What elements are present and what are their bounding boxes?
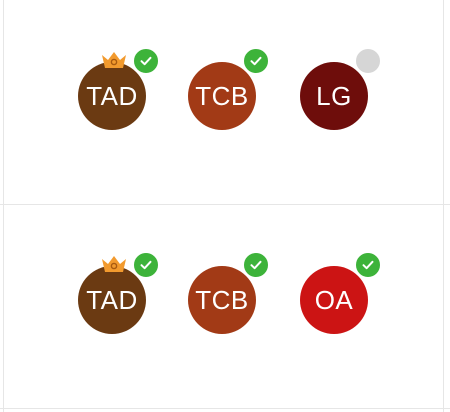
avatar[interactable]: LG: [300, 62, 368, 130]
check-icon: [140, 260, 152, 270]
check-icon: [250, 260, 262, 270]
online-status-badge: [132, 251, 160, 279]
participant-avatar-group[interactable]: TCB: [188, 47, 270, 130]
participant-avatar-group[interactable]: TAD: [78, 47, 160, 130]
avatar[interactable]: TAD: [78, 62, 146, 130]
participant-row: TAD TCB LG: [4, 0, 443, 204]
avatar[interactable]: TAD: [78, 266, 146, 334]
check-icon: [250, 56, 262, 66]
participant-avatar-group[interactable]: TAD: [78, 251, 160, 334]
participant-avatar-group[interactable]: LG: [300, 47, 382, 130]
avatar[interactable]: TCB: [188, 62, 256, 130]
avatar[interactable]: OA: [300, 266, 368, 334]
online-status-badge: [354, 251, 382, 279]
participants-panel: TAD TCB LG TAD TCB OA: [0, 0, 450, 412]
crown-icon: [102, 52, 126, 68]
grid-divider-right: [443, 0, 444, 412]
avatar[interactable]: TCB: [188, 266, 256, 334]
check-icon: [362, 260, 374, 270]
check-icon: [140, 56, 152, 66]
online-status-badge: [242, 251, 270, 279]
online-status-badge: [242, 47, 270, 75]
offline-status-badge: [354, 47, 382, 75]
online-status-badge: [132, 47, 160, 75]
participant-row: TAD TCB OA: [4, 205, 443, 409]
participant-avatar-group[interactable]: OA: [300, 251, 382, 334]
participant-avatar-group[interactable]: TCB: [188, 251, 270, 334]
crown-icon: [102, 256, 126, 272]
